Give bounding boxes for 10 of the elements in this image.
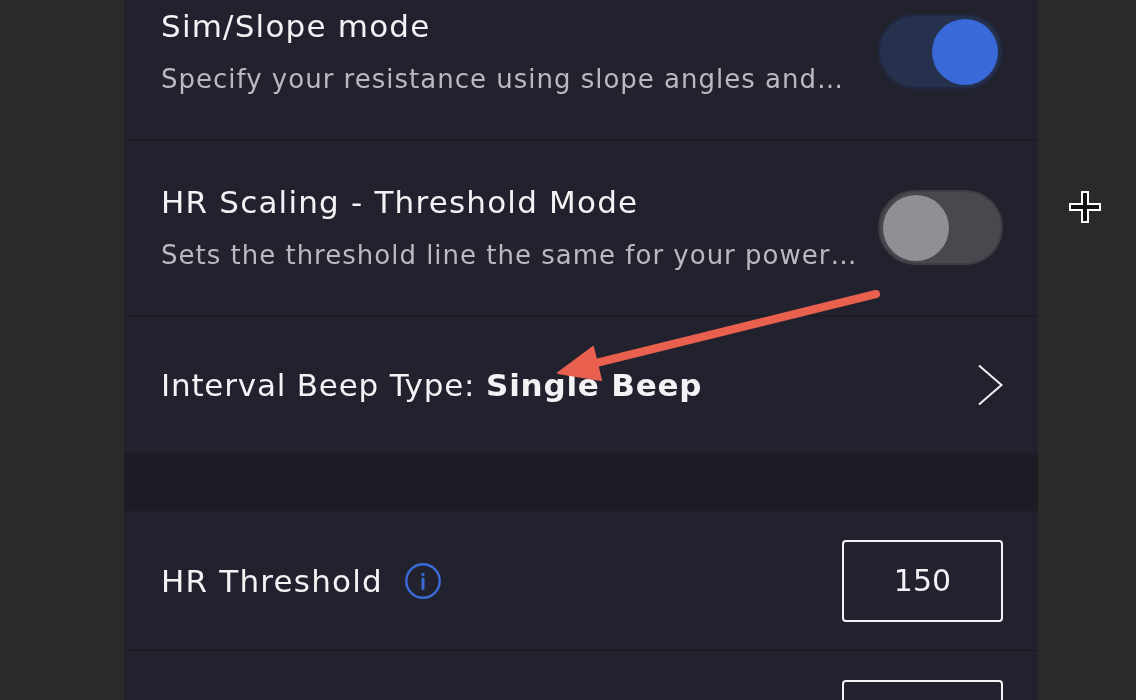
setting-title: Sim/Slope mode [161, 6, 432, 46]
info-icon[interactable] [404, 562, 441, 599]
beep-type-label[interactable]: Interval Beep Type: Single Beep [161, 364, 977, 405]
chevron-right-icon[interactable] [977, 363, 1003, 406]
setting-title: HR Scaling - Threshold Mode [161, 182, 640, 222]
setting-description: Sets the threshold line the same for your power… [161, 238, 859, 272]
field-label: HR Threshold [161, 561, 383, 601]
setting-description: Specify your resistance using slope angles and… [161, 62, 845, 96]
plus-cursor-icon [1069, 191, 1101, 223]
number-field[interactable]: 150 [842, 539, 1003, 622]
